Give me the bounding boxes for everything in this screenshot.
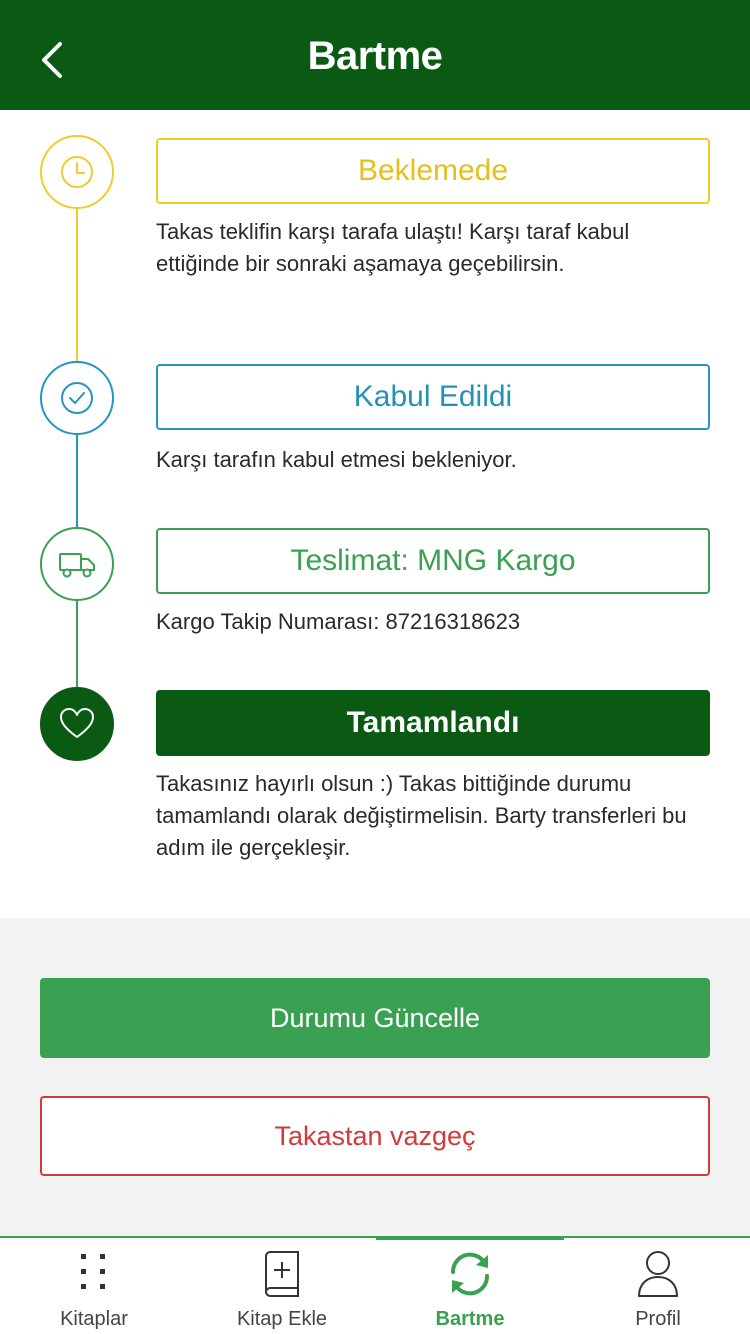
step-pending-circle <box>40 135 114 209</box>
step-delivery-circle <box>40 527 114 601</box>
tab-kitap-ekle[interactable]: Kitap Ekle <box>188 1238 376 1334</box>
step-completed-circle <box>40 687 114 761</box>
tab-profil[interactable]: Profil <box>564 1238 750 1334</box>
step-pending-description: Takas teklifin karşı tarafa ulaştı! Karş… <box>156 219 630 276</box>
check-circle-icon <box>61 382 93 414</box>
add-book-icon <box>256 1248 308 1300</box>
step-completed-description: Takasınız hayırlı olsun :) Takas bittiği… <box>156 771 687 860</box>
update-status-button[interactable]: Durumu Güncelle <box>40 978 710 1058</box>
step-accepted-circle <box>40 361 114 435</box>
timeline-connector <box>76 600 78 688</box>
profile-icon <box>632 1248 684 1300</box>
cancel-trade-button[interactable]: Takastan vazgeç <box>40 1096 710 1176</box>
tab-label: Profil <box>635 1308 681 1330</box>
timeline-connector <box>76 434 78 528</box>
step-delivery-description: Kargo Takip Numarası: 87216318623 <box>156 609 521 634</box>
step-delivery-label: Teslimat: MNG Kargo <box>156 528 710 594</box>
tab-label: Bartme <box>435 1308 505 1330</box>
bottom-tab-bar: Kitaplar Kitap Ekle Bartme Profil <box>0 1236 750 1334</box>
page-title: Bartme <box>307 34 443 78</box>
step-accepted-label: Kabul Edildi <box>156 364 710 430</box>
clock-icon <box>61 156 93 188</box>
exchange-icon <box>444 1248 496 1300</box>
status-timeline: Beklemede Takas teklifin karşı tarafa ul… <box>0 110 750 918</box>
step-pending-label: Beklemede <box>156 138 710 204</box>
action-panel: Durumu Güncelle Takastan vazgeç <box>0 918 750 1236</box>
grid-icon <box>68 1248 120 1300</box>
tab-bartme[interactable]: Bartme <box>376 1238 564 1334</box>
tab-kitaplar[interactable]: Kitaplar <box>0 1238 188 1334</box>
step-accepted-description: Karşı tarafın kabul etmesi bekleniyor. <box>156 447 517 472</box>
heart-icon <box>60 708 94 738</box>
step-completed-label: Tamamlandı <box>156 690 710 756</box>
timeline-connector <box>76 208 78 362</box>
tab-label: Kitap Ekle <box>236 1308 328 1330</box>
tab-label: Kitaplar <box>60 1308 128 1330</box>
app-header: Bartme <box>0 0 750 110</box>
truck-icon <box>59 553 95 578</box>
